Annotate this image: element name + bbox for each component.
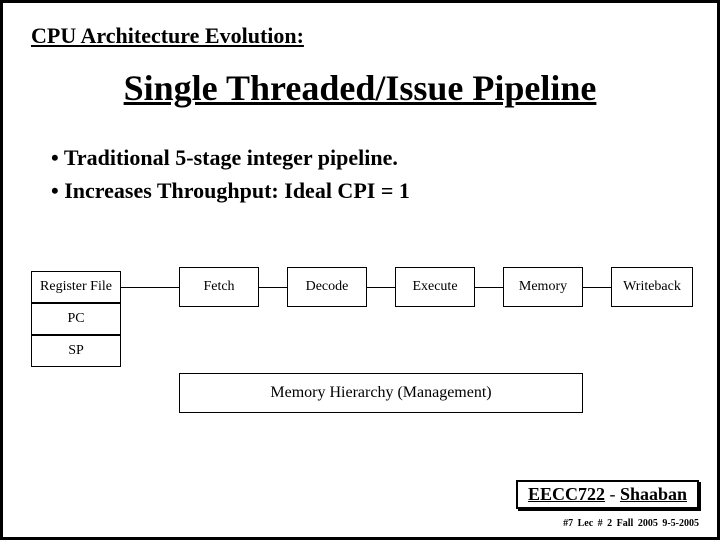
box-register-file: Register File bbox=[31, 271, 121, 303]
connector bbox=[583, 287, 611, 288]
bullet-item: Increases Throughput: Ideal CPI = 1 bbox=[51, 174, 410, 207]
connector bbox=[259, 287, 287, 288]
box-sp: SP bbox=[31, 335, 121, 367]
slide-overline: CPU Architecture Evolution: bbox=[31, 23, 304, 49]
bullet-item: Traditional 5-stage integer pipeline. bbox=[51, 141, 410, 174]
connector bbox=[475, 287, 503, 288]
box-pc: PC bbox=[31, 303, 121, 335]
slide-frame: CPU Architecture Evolution: Single Threa… bbox=[0, 0, 720, 540]
box-execute: Execute bbox=[395, 267, 475, 307]
footer-course-code: EECC722 bbox=[528, 484, 605, 504]
pipeline-diagram: Register File PC SP Fetch Decode Execute… bbox=[31, 253, 693, 453]
box-decode: Decode bbox=[287, 267, 367, 307]
connector bbox=[121, 287, 179, 288]
footer-author: Shaaban bbox=[620, 484, 687, 504]
box-writeback: Writeback bbox=[611, 267, 693, 307]
footer-course-box: EECC722 - Shaaban bbox=[516, 480, 699, 509]
box-memory-hierarchy: Memory Hierarchy (Management) bbox=[179, 373, 583, 413]
footer-dash: - bbox=[605, 484, 620, 504]
slide-title: Single Threaded/Issue Pipeline bbox=[3, 67, 717, 109]
footer-meta: #7 Lec # 2 Fall 2005 9-5-2005 bbox=[563, 518, 699, 529]
box-fetch: Fetch bbox=[179, 267, 259, 307]
connector bbox=[367, 287, 395, 288]
box-memory: Memory bbox=[503, 267, 583, 307]
bullet-list: Traditional 5-stage integer pipeline. In… bbox=[51, 141, 410, 207]
